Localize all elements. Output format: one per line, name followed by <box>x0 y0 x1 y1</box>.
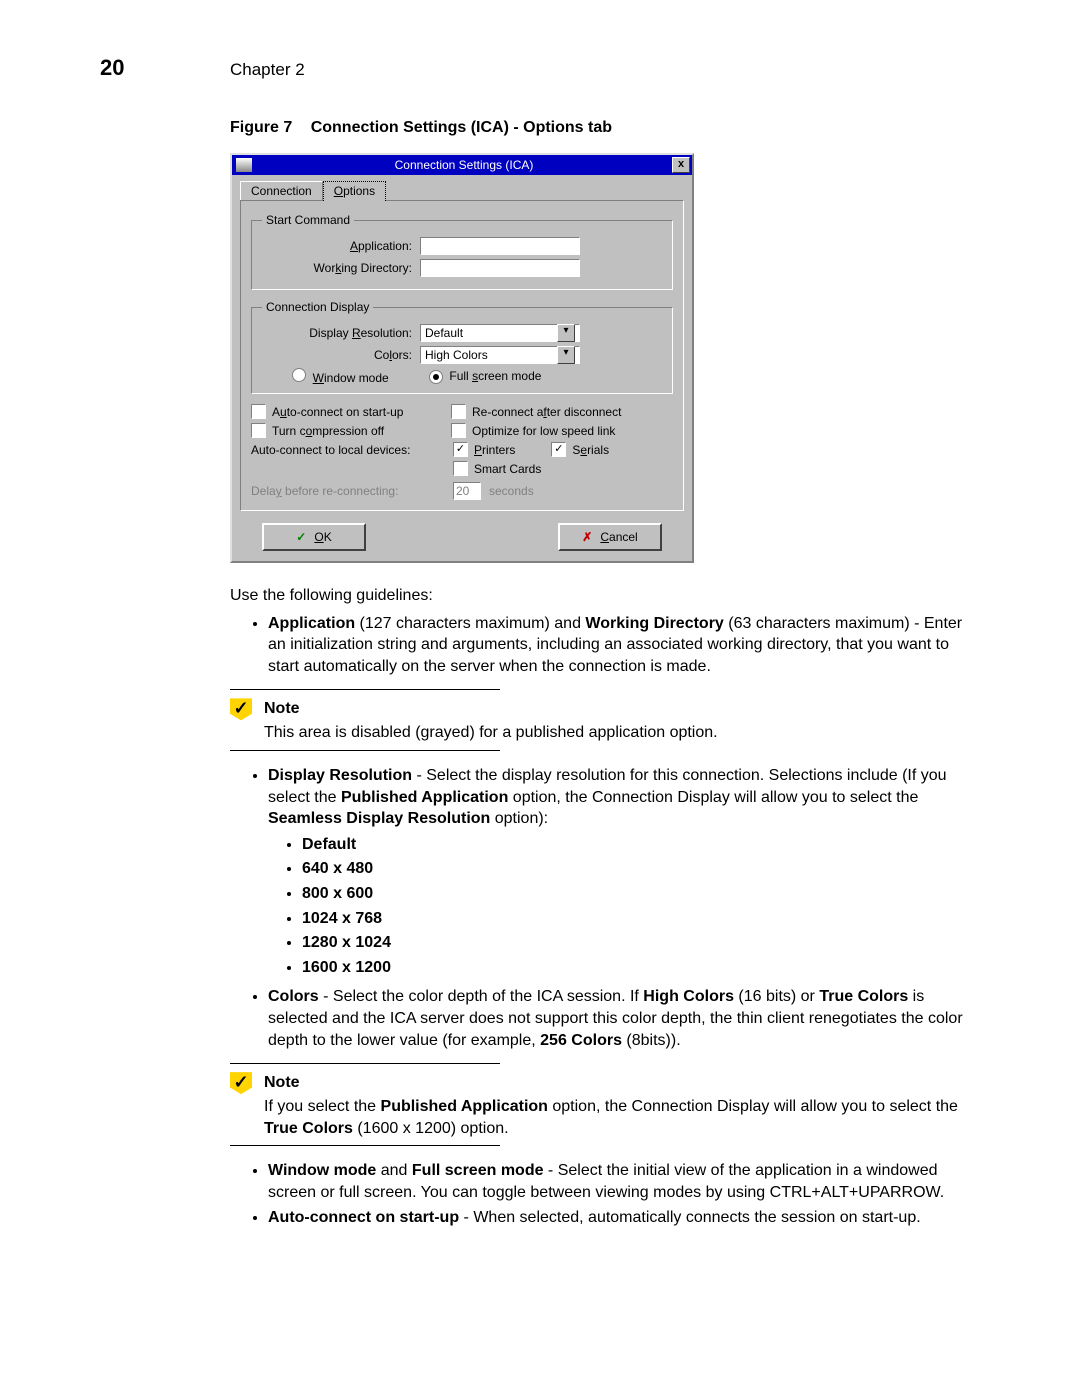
list-item: 1600 x 1200 <box>302 957 980 979</box>
options-panel: Start Command Application: Working Direc… <box>240 200 684 511</box>
colors-select[interactable]: High Colors ▾ <box>420 346 580 364</box>
checkbox-icon <box>451 423 466 438</box>
note-icon <box>230 698 252 720</box>
optimize-low-speed-checkbox[interactable]: Optimize for low speed link <box>451 423 651 438</box>
radio-icon <box>292 368 306 382</box>
chevron-down-icon[interactable]: ▾ <box>557 346 575 364</box>
note-body: If you select the Published Application … <box>264 1096 980 1139</box>
list-item: Display Resolution - Select the display … <box>268 765 980 978</box>
checkbox-icon <box>251 404 266 419</box>
working-directory-input[interactable] <box>420 259 580 277</box>
guidelines-list: Application (127 characters maximum) and… <box>230 613 980 678</box>
dialog-button-bar: ✓ OK ✗ Cancel <box>232 519 692 561</box>
list-item: Window mode and Full screen mode - Selec… <box>268 1160 980 1203</box>
checkbox-icon <box>453 461 468 476</box>
list-item: 800 x 600 <box>302 883 980 905</box>
colors-value: High Colors <box>425 348 488 362</box>
delay-unit: seconds <box>489 484 534 498</box>
display-resolution-value: Default <box>425 326 463 340</box>
options-checkbox-grid: Auto-connect on start-up Re-connect afte… <box>251 404 673 438</box>
note-block: Note If you select the Published Applica… <box>230 1063 980 1146</box>
chevron-down-icon[interactable]: ▾ <box>557 324 575 342</box>
connection-display-legend: Connection Display <box>262 300 373 314</box>
list-item: 640 x 480 <box>302 858 980 880</box>
tab-options[interactable]: Options <box>323 181 386 201</box>
turn-compression-off-checkbox[interactable]: Turn compression off <box>251 423 451 438</box>
list-item: Auto-connect on start-up - When selected… <box>268 1207 980 1229</box>
tab-options-rest: ptions <box>343 184 375 198</box>
list-item: Colors - Select the color depth of the I… <box>268 986 980 1051</box>
guidelines-list-2: Display Resolution - Select the display … <box>230 765 980 1051</box>
tab-strip: Connection Options <box>232 175 692 200</box>
list-item: Application (127 characters maximum) and… <box>268 613 980 678</box>
tab-options-accel: O <box>334 184 343 198</box>
check-icon: ✓ <box>296 530 306 544</box>
document-page: 20 Chapter 2 Figure 7 Connection Setting… <box>0 0 1080 1397</box>
page-header: 20 Chapter 2 <box>100 55 980 81</box>
display-resolution-label: Display Resolution: <box>262 326 412 340</box>
application-input[interactable] <box>420 237 580 255</box>
colors-label: Colors: <box>262 348 412 362</box>
full-screen-mode-radio[interactable]: Full screen mode <box>429 369 542 384</box>
intro-text: Use the following guidelines: <box>230 585 980 607</box>
checkbox-icon <box>451 404 466 419</box>
note-icon <box>230 1072 252 1094</box>
figure-caption: Figure 7 Connection Settings (ICA) - Opt… <box>230 119 980 137</box>
note-title: Note <box>264 1074 300 1092</box>
titlebar: Connection Settings (ICA) x <box>232 155 692 175</box>
auto-connect-startup-checkbox[interactable]: Auto-connect on start-up <box>251 404 451 419</box>
auto-connect-local-label: Auto-connect to local devices: <box>251 443 445 457</box>
page-number: 20 <box>100 55 230 81</box>
checkbox-icon <box>551 442 566 457</box>
figure-title: Connection Settings (ICA) - Options tab <box>311 119 612 136</box>
window-mode-radio[interactable]: Window mode <box>292 368 389 385</box>
display-resolution-select[interactable]: Default ▾ <box>420 324 580 342</box>
list-item: 1024 x 768 <box>302 908 980 930</box>
chapter-label: Chapter 2 <box>230 60 305 80</box>
titlebar-text: Connection Settings (ICA) <box>256 158 672 172</box>
note-block: Note This area is disabled (grayed) for … <box>230 689 980 751</box>
radio-icon <box>429 370 443 384</box>
close-icon[interactable]: x <box>672 157 690 173</box>
start-command-group: Start Command Application: Working Direc… <box>251 213 673 290</box>
start-command-legend: Start Command <box>262 213 354 227</box>
note-body: This area is disabled (grayed) for a pub… <box>264 722 980 744</box>
serials-checkbox[interactable]: Serials <box>551 442 609 457</box>
printers-checkbox[interactable]: Printers <box>453 442 515 457</box>
cancel-button[interactable]: ✗ Cancel <box>558 523 662 551</box>
application-label: Application: <box>262 239 412 253</box>
figure-label: Figure 7 <box>230 119 292 136</box>
ok-button[interactable]: ✓ OK <box>262 523 366 551</box>
working-directory-label: Working Directory: <box>262 261 412 275</box>
connection-display-group: Connection Display Display Resolution: D… <box>251 300 673 394</box>
x-icon: ✗ <box>582 530 592 544</box>
delay-seconds-input[interactable] <box>453 482 481 500</box>
smart-cards-checkbox[interactable]: Smart Cards <box>453 461 541 476</box>
checkbox-icon <box>251 423 266 438</box>
content-area: Figure 7 Connection Settings (ICA) - Opt… <box>230 119 980 1229</box>
delay-before-reconnecting: Delay before re-connecting: seconds <box>251 482 673 500</box>
list-item: 1280 x 1024 <box>302 932 980 954</box>
reconnect-after-disconnect-checkbox[interactable]: Re-connect after disconnect <box>451 404 651 419</box>
guidelines-list-3: Window mode and Full screen mode - Selec… <box>230 1160 980 1229</box>
resolution-list: Default 640 x 480 800 x 600 1024 x 768 1… <box>268 834 980 979</box>
app-icon <box>236 158 252 172</box>
connection-settings-dialog: Connection Settings (ICA) x Connection O… <box>230 153 694 563</box>
list-item: Default <box>302 834 980 856</box>
note-title: Note <box>264 700 300 718</box>
tab-connection[interactable]: Connection <box>240 181 323 200</box>
checkbox-icon <box>453 442 468 457</box>
